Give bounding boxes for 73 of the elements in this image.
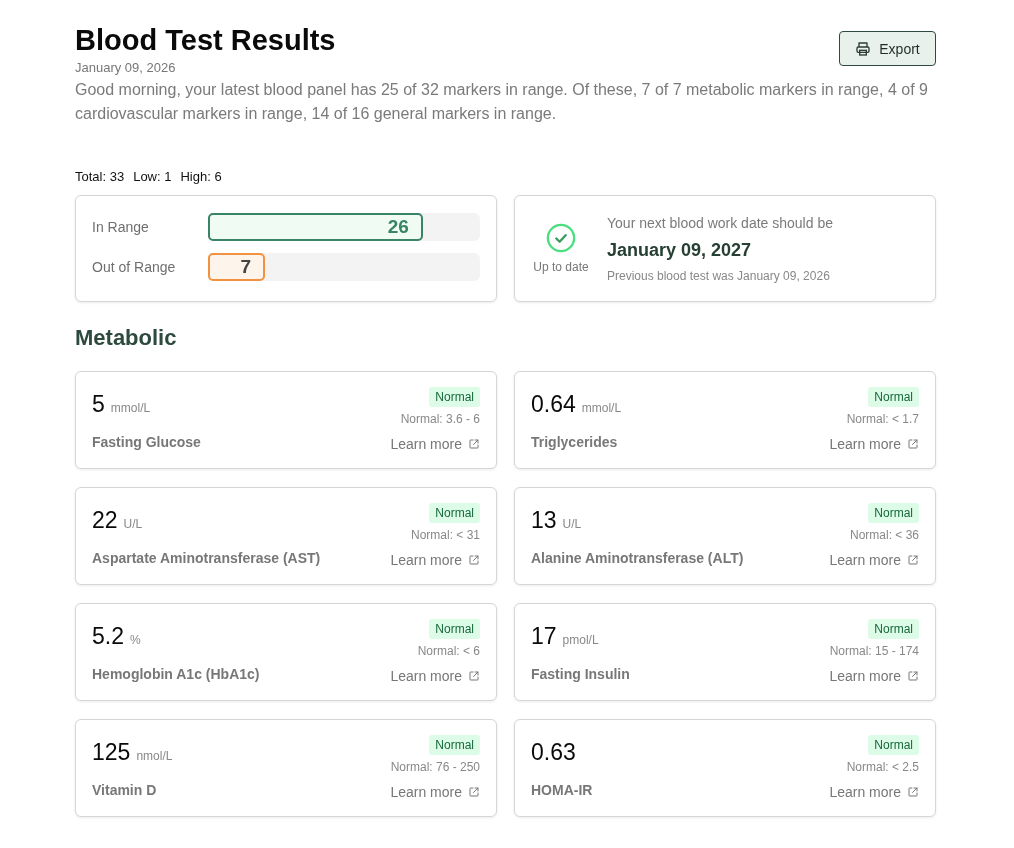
status-badge: Normal [429, 735, 480, 755]
schedule-heading: Your next blood work date should be [607, 213, 833, 233]
marker-unit: U/L [562, 516, 582, 533]
normal-range: Normal: < 6 [417, 643, 480, 659]
previous-test-text: Previous blood test was January 09, 2026 [607, 267, 831, 285]
next-test-date: January 09, 2027 [607, 238, 753, 262]
normal-range: Normal: < 2.5 [846, 759, 919, 775]
count-label: Low: 1 [133, 168, 172, 186]
marker-unit: pmol/L [562, 632, 599, 649]
external-link-icon [907, 786, 919, 798]
report-date: January 09, 2026 [75, 59, 177, 77]
marker-name: Fasting Glucose [92, 433, 201, 452]
external-link-icon [907, 554, 919, 566]
learn-more-link[interactable]: Learn more [829, 435, 919, 453]
marker-unit: % [130, 632, 141, 649]
marker-name: Triglycerides [531, 433, 619, 452]
external-link-icon [468, 438, 480, 450]
external-link-icon [907, 670, 919, 682]
external-link-icon [907, 438, 919, 450]
normal-range: Normal: < 31 [410, 527, 480, 543]
learn-more-link[interactable]: Learn more [390, 667, 480, 685]
normal-range: Normal: 76 - 250 [390, 759, 480, 775]
normal-range: Normal: < 36 [849, 527, 919, 543]
bar-label: In Range [92, 219, 150, 235]
check-circle-icon [546, 223, 576, 253]
external-link-icon [468, 786, 480, 798]
learn-more-link[interactable]: Learn more [390, 551, 480, 569]
printer-icon [855, 40, 872, 57]
marker-name: Vitamin D [92, 781, 158, 800]
bar-count: 7 [240, 256, 252, 278]
normal-range: Normal: 15 - 174 [829, 643, 919, 659]
status-badge: Normal [429, 503, 480, 523]
summary-text: Good morning, your latest blood panel has 25 of 32 markers in range. Of these, 7 of 7 metabolic markers in range, 4 of 9 cardiovascular markers in range, 14 of 16 general markers in range. [75, 80, 929, 124]
normal-range: Normal: < 1.7 [846, 411, 919, 427]
status-badge: Normal [429, 619, 480, 639]
marker-name: Fasting Insulin [531, 665, 630, 684]
marker-value: 13 [531, 506, 557, 535]
marker-value: 5 [92, 390, 105, 419]
marker-name: Hemoglobin A1c (HbA1c) [92, 665, 260, 684]
marker-name: Alanine Aminotransferase (ALT) [531, 549, 744, 568]
marker-name: HOMA-IR [531, 781, 593, 800]
status-badge: Normal [868, 387, 919, 407]
marker-unit: mmol/L [581, 400, 622, 417]
status-badge: Normal [868, 619, 919, 639]
status-label: Up to date [533, 260, 589, 274]
page-title: Blood Test Results [75, 23, 337, 58]
learn-more-link[interactable]: Learn more [390, 783, 480, 801]
bar-label: Out of Range [92, 259, 177, 275]
section-heading: Metabolic [75, 324, 178, 352]
normal-range: Normal: 3.6 - 6 [400, 411, 480, 427]
marker-unit: mmol/L [110, 400, 151, 417]
marker-unit: nmol/L [136, 748, 173, 765]
external-link-icon [468, 554, 480, 566]
marker-value: 0.63 [531, 738, 576, 767]
learn-more-link[interactable]: Learn more [829, 667, 919, 685]
marker-value: 22 [92, 506, 118, 535]
marker-name: Aspartate Aminotransferase (AST) [92, 549, 321, 568]
count-label: High: 6 [180, 168, 222, 186]
status-badge: Normal [429, 387, 480, 407]
marker-value: 5.2 [92, 622, 124, 651]
marker-value: 17 [531, 622, 557, 651]
learn-more-link[interactable]: Learn more [390, 435, 480, 453]
count-label: Total: 33 [75, 168, 125, 186]
marker-unit: U/L [123, 516, 143, 533]
export-button[interactable]: Export [839, 31, 936, 66]
learn-more-link[interactable]: Learn more [829, 551, 919, 569]
status-badge: Normal [868, 735, 919, 755]
external-link-icon [468, 670, 480, 682]
learn-more-link[interactable]: Learn more [829, 783, 919, 801]
marker-value: 125 [92, 738, 131, 767]
bar-count: 26 [387, 216, 409, 238]
status-badge: Normal [868, 503, 919, 523]
marker-value: 0.64 [531, 390, 576, 419]
